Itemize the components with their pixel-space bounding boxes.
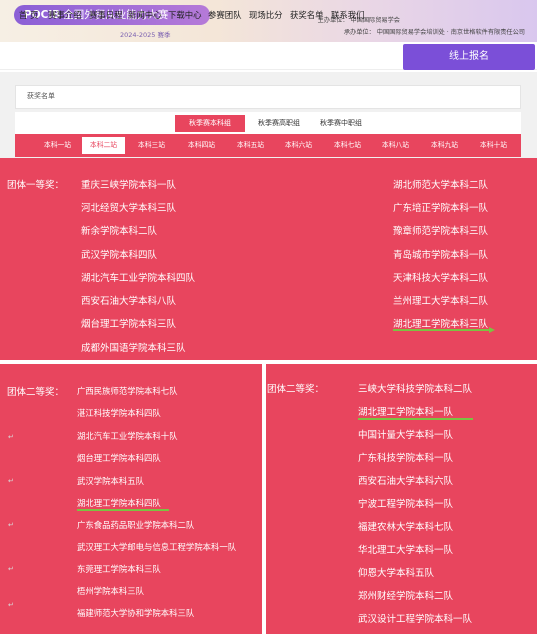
team-name: 中国计量大学本科一队 bbox=[358, 430, 454, 441]
team-name: 青岛城市学院本科一队 bbox=[393, 250, 489, 261]
tab-station-6[interactable]: 本科六站 bbox=[277, 137, 320, 154]
team-name: 西安石油大学本科八队 bbox=[81, 296, 177, 307]
team-name: 宁波工程学院本科一队 bbox=[358, 499, 454, 510]
team-name: 豫章师范学院本科三队 bbox=[393, 226, 489, 237]
return-mark-icon: ↵ bbox=[8, 433, 14, 441]
team-name: 新余学院本科二队 bbox=[81, 226, 158, 237]
team-name: 武汉理工大学邮电与信息工程学院本科一队 bbox=[77, 542, 237, 552]
nav-item-live-score[interactable]: 现场比分 bbox=[249, 9, 283, 21]
team-name: 三峡大学科技学院本科二队 bbox=[358, 384, 473, 395]
second-prize-label: 团体二等奖： bbox=[7, 387, 65, 398]
nav-item-intro[interactable]: 赛事介绍 bbox=[48, 9, 82, 21]
undertaker-text: 承办单位： 中国国际贸易学会培训处 · 南京世格软件有限责任公司 bbox=[343, 29, 525, 36]
arrow-icon bbox=[489, 327, 495, 333]
team-name: 湖北师范大学本科二队 bbox=[393, 180, 489, 191]
tab-station-3[interactable]: 本科三站 bbox=[130, 137, 173, 154]
tab-station-1[interactable]: 本科一站 bbox=[36, 137, 79, 154]
nav-item-teams[interactable]: 参赛团队 bbox=[208, 9, 242, 21]
team-name: 武汉学院本科五队 bbox=[77, 476, 144, 486]
tab-station-10[interactable]: 本科十站 bbox=[472, 137, 515, 154]
return-mark-icon: ↵ bbox=[8, 565, 14, 573]
team-name: 烟台理工学院本科四队 bbox=[77, 453, 161, 463]
team-name: 湖北汽车工业学院本科四队 bbox=[81, 273, 196, 284]
team-name: 福建农林大学本科七队 bbox=[358, 522, 454, 533]
team-name: 湖北汽车工业学院本科十队 bbox=[77, 431, 178, 441]
tab-autumn-undergrad[interactable]: 秋季赛本科组 bbox=[175, 115, 245, 132]
nav-item-downloads[interactable]: 下载中心 bbox=[168, 9, 202, 21]
team-name: 西安石油大学本科六队 bbox=[358, 476, 454, 487]
team-name: 华北理工大学本科一队 bbox=[358, 545, 454, 556]
tab-autumn-vocational[interactable]: 秋季赛高职组 bbox=[244, 115, 314, 132]
nav-item-news[interactable]: 新闻中心 bbox=[128, 9, 162, 21]
team-name: 广东培正学院本科一队 bbox=[393, 203, 489, 214]
team-name: 广东科技学院本科一队 bbox=[358, 453, 454, 464]
team-name: 广东食品药品职业学院本科二队 bbox=[77, 520, 195, 530]
team-name: 成都外国语学院本科三队 bbox=[81, 343, 186, 354]
highlight-underline bbox=[77, 509, 169, 511]
highlight-underline bbox=[358, 418, 473, 420]
season-label: 2024-2025 赛季 bbox=[120, 31, 171, 39]
return-mark-icon: ↵ bbox=[8, 477, 14, 485]
highlight-underline bbox=[393, 329, 489, 331]
tab-station-7[interactable]: 本科七站 bbox=[326, 137, 369, 154]
team-name: 重庆三峡学院本科一队 bbox=[81, 180, 177, 191]
nav-item-home[interactable]: 首 页 bbox=[19, 9, 38, 21]
team-name: 湛江科技学院本科四队 bbox=[77, 408, 161, 418]
breadcrumb-box bbox=[15, 85, 521, 109]
team-name: 梧州学院本科三队 bbox=[77, 586, 144, 596]
return-mark-icon: ↵ bbox=[8, 521, 14, 529]
tab-station-2[interactable]: 本科二站 bbox=[82, 137, 125, 154]
first-prize-label: 团体一等奖： bbox=[7, 180, 65, 191]
team-name: 烟台理工学院本科三队 bbox=[81, 319, 177, 330]
tab-station-9[interactable]: 本科九站 bbox=[423, 137, 466, 154]
team-name: 郑州财经学院本科二队 bbox=[358, 591, 454, 602]
team-name: 兰州理工大学本科二队 bbox=[393, 296, 489, 307]
team-name-highlighted: 湖北理工学院本科四队 bbox=[77, 498, 161, 508]
team-name: 广西民族师范学院本科七队 bbox=[77, 386, 178, 396]
team-name-highlighted: 湖北理工学院本科一队 bbox=[358, 407, 454, 418]
return-mark-icon: ↵ bbox=[8, 601, 14, 609]
team-name: 天津科技大学本科二队 bbox=[393, 273, 489, 284]
team-name: 河北经贸大学本科三队 bbox=[81, 203, 177, 214]
nav-item-winners[interactable]: 获奖名单 bbox=[290, 9, 324, 21]
team-name: 武汉设计工程学院本科一队 bbox=[358, 614, 473, 625]
tab-station-4[interactable]: 本科四站 bbox=[180, 137, 223, 154]
nav-item-schedule[interactable]: 赛事日程 bbox=[89, 9, 123, 21]
team-name: 武汉学院本科四队 bbox=[81, 250, 158, 261]
tab-station-8[interactable]: 本科八站 bbox=[374, 137, 417, 154]
tab-station-5[interactable]: 本科五站 bbox=[229, 137, 272, 154]
team-name: 福建师范大学协和学院本科三队 bbox=[77, 608, 195, 618]
team-name-highlighted: 湖北理工学院本科三队 bbox=[393, 319, 489, 330]
signup-button[interactable]: 线上报名 bbox=[403, 44, 535, 70]
tab-autumn-secondary[interactable]: 秋季赛中职组 bbox=[306, 115, 376, 132]
nav-item-contact[interactable]: 联系我们 bbox=[331, 9, 365, 21]
second-prize-label: 团体二等奖： bbox=[267, 384, 325, 395]
team-name: 东莞理工学院本科三队 bbox=[77, 564, 161, 574]
breadcrumb: 获奖名单 bbox=[27, 92, 55, 100]
team-name: 仰恩大学本科五队 bbox=[358, 568, 435, 579]
